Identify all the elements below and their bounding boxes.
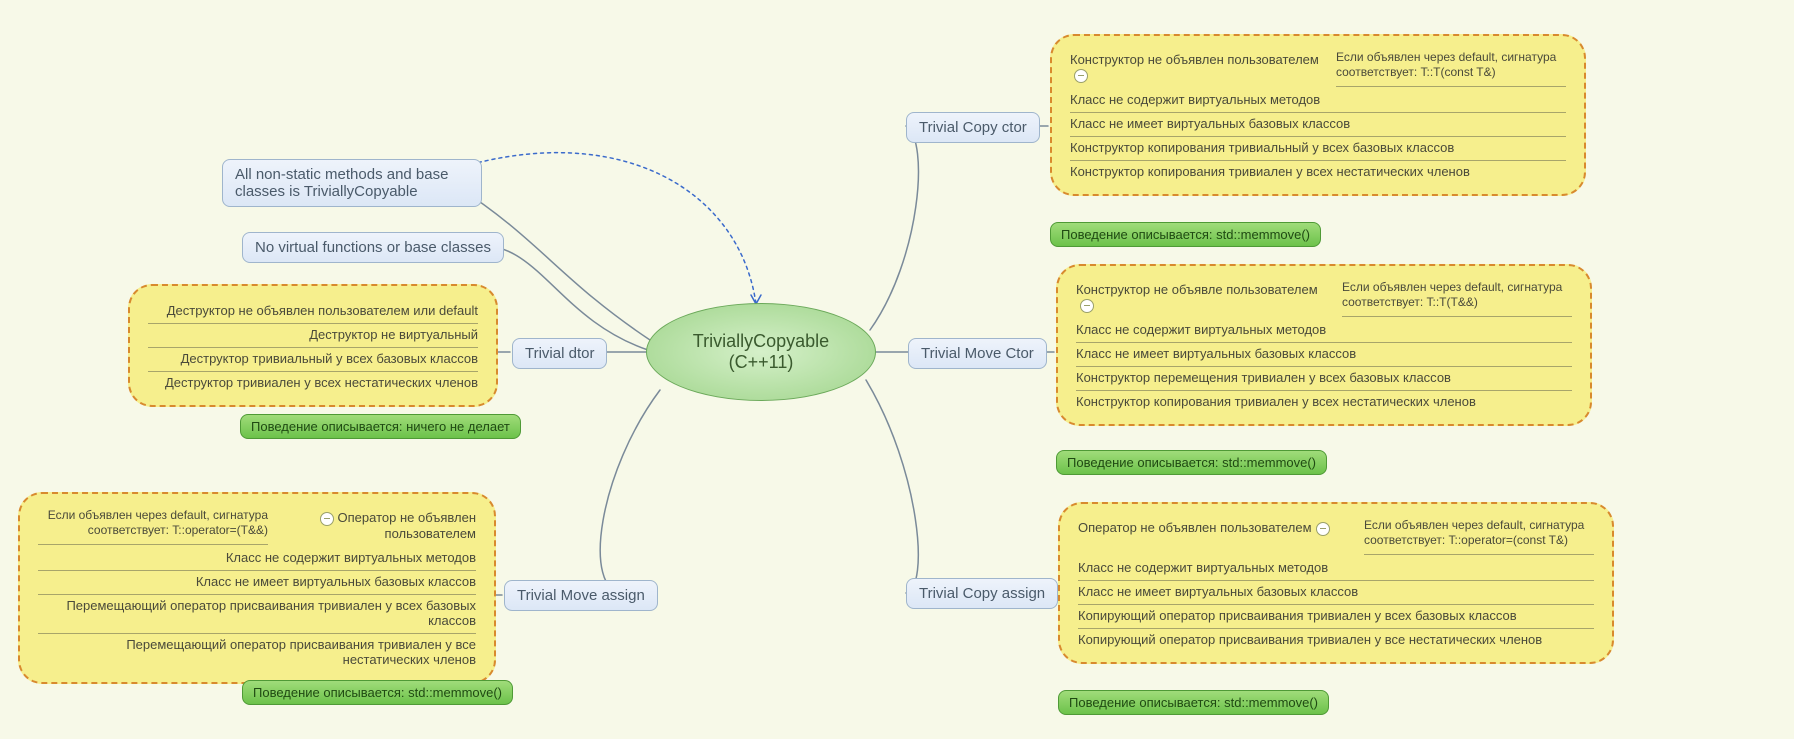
- cloud-row: Класс не имеет виртуальных базовых класс…: [1078, 581, 1594, 605]
- branch-copyctor[interactable]: Trivial Copy ctor: [906, 112, 1040, 143]
- cloud-row: Класс не имеет виртуальных базовых класс…: [38, 571, 476, 595]
- expand-icon[interactable]: [1316, 522, 1330, 536]
- cloud-row: Деструктор не виртуальный: [148, 324, 478, 348]
- branch-moveassign[interactable]: Trivial Move assign: [504, 580, 658, 611]
- cloud-row: Оператор не объявлен пользователем: [1078, 520, 1312, 535]
- cloud-signature: Если объявлен через default, сигнатура с…: [1336, 50, 1566, 87]
- cloud-row: Конструктор не объявле пользователем: [1076, 282, 1318, 297]
- cloud-row: Перемещающий оператор присваивания триви…: [38, 634, 476, 672]
- cloud-signature: Если объявлен через default, сигнатура с…: [1342, 280, 1572, 317]
- behave-dtor[interactable]: Поведение описывается: ничего не делает: [240, 414, 521, 439]
- behave-moveassign[interactable]: Поведение описывается: std::memmove(): [242, 680, 513, 705]
- branch-movector[interactable]: Trivial Move Ctor: [908, 338, 1047, 369]
- cloud-row: Перемещающий оператор присваивания триви…: [38, 595, 476, 634]
- center-line1: TriviallyCopyable: [693, 331, 829, 352]
- cloud-row: Класс не имеет виртуальных базовых класс…: [1076, 343, 1572, 367]
- behave-copyassign[interactable]: Поведение описывается: std::memmove(): [1058, 690, 1329, 715]
- cloud-row: Конструктор не объявлен пользователем: [1070, 52, 1319, 67]
- mindmap-canvas: { "center": {"line1":"TriviallyCopyable"…: [0, 0, 1794, 739]
- expand-icon[interactable]: [1080, 299, 1094, 313]
- expand-icon[interactable]: [320, 512, 334, 526]
- expand-icon[interactable]: [1074, 69, 1088, 83]
- branch-dtor[interactable]: Trivial dtor: [512, 338, 607, 369]
- behave-movector[interactable]: Поведение описывается: std::memmove(): [1056, 450, 1327, 475]
- cloud-row: Конструктор копирования тривиальный у вс…: [1070, 137, 1566, 161]
- cloud-movector[interactable]: Конструктор не объявле пользователем Есл…: [1056, 264, 1592, 426]
- cloud-row: Деструктор тривиальный у всех базовых кл…: [148, 348, 478, 372]
- cloud-row: Класс не содержит виртуальных методов: [38, 547, 476, 571]
- cloud-dtor[interactable]: Деструктор не объявлен пользователем или…: [128, 284, 498, 407]
- cloud-signature: Если объявлен через default, сигнатура с…: [38, 508, 268, 545]
- cloud-row: Конструктор перемещения тривиален у всех…: [1076, 367, 1572, 391]
- branch-novirtual[interactable]: No virtual functions or base classes: [242, 232, 504, 263]
- cloud-row: Деструктор не объявлен пользователем или…: [148, 300, 478, 324]
- cloud-row: Копирующий оператор присваивания тривиал…: [1078, 629, 1594, 652]
- cloud-moveassign[interactable]: Оператор не объявлен пользователем Если …: [18, 492, 496, 684]
- cloud-row: Оператор не объявлен пользователем: [338, 510, 476, 541]
- cloud-row: Класс не содержит виртуальных методов: [1078, 557, 1594, 581]
- branch-copyassign[interactable]: Trivial Copy assign: [906, 578, 1058, 609]
- cloud-signature: Если объявлен через default, сигнатура с…: [1364, 518, 1594, 555]
- behave-copyctor[interactable]: Поведение описывается: std::memmove(): [1050, 222, 1321, 247]
- center-line2: (C++11): [729, 352, 794, 373]
- cloud-row: Класс не имеет виртуальных базовых класс…: [1070, 113, 1566, 137]
- cloud-row: Класс не содержит виртуальных методов: [1076, 319, 1572, 343]
- cloud-row: Копирующий оператор присваивания тривиал…: [1078, 605, 1594, 629]
- cloud-copyassign[interactable]: Оператор не объявлен пользователем Если …: [1058, 502, 1614, 664]
- cloud-row: Конструктор копирования тривиален у всех…: [1076, 391, 1572, 414]
- branch-nonstatic[interactable]: All non-static methods and base classes …: [222, 159, 482, 207]
- cloud-copyctor[interactable]: Конструктор не объявлен пользователем Ес…: [1050, 34, 1586, 196]
- cloud-row: Класс не содержит виртуальных методов: [1070, 89, 1566, 113]
- cloud-row: Деструктор тривиален у всех нестатически…: [148, 372, 478, 395]
- central-node[interactable]: TriviallyCopyable (C++11): [646, 303, 876, 401]
- cloud-row: Конструктор копирования тривиален у всех…: [1070, 161, 1566, 184]
